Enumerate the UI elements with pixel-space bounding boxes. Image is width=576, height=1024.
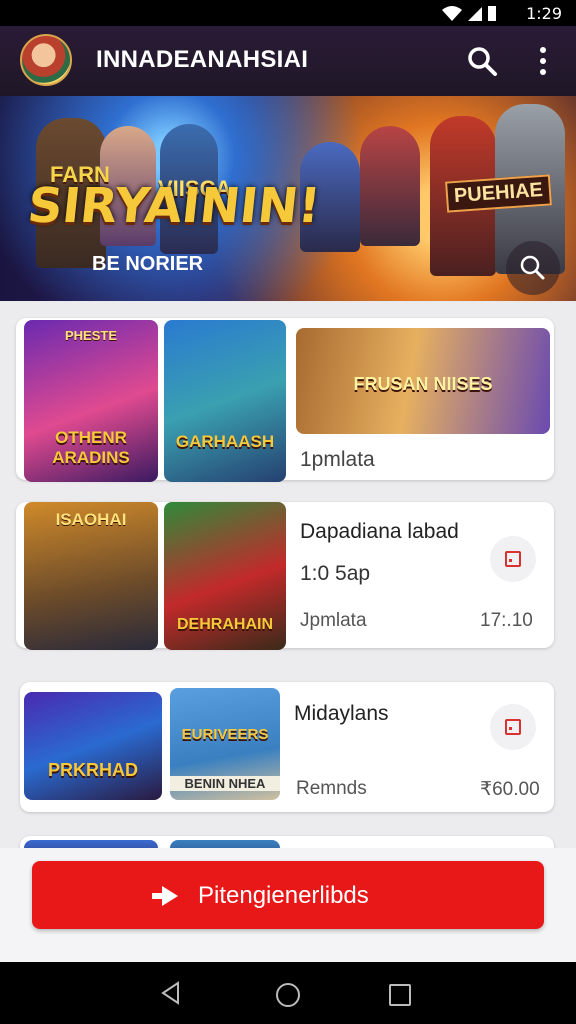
thumbnail-title: OTHENR ARADINS bbox=[52, 428, 130, 467]
add-icon bbox=[505, 551, 521, 567]
game-list: PHESTE OTHENR ARADINS GARHAASH FRUSAN NI… bbox=[0, 302, 576, 876]
game-thumbnail[interactable]: FRUSAN NIISES bbox=[296, 328, 550, 434]
hero-banner[interactable]: FARN VIISCA SIRYAININ! BE NORIER PUEHIAE bbox=[0, 96, 576, 301]
system-nav-bar bbox=[0, 962, 576, 1024]
status-bar: 1:29 bbox=[0, 0, 576, 26]
thumbnail-title: EURIVEERS bbox=[181, 726, 269, 743]
bottom-bar: Pitengienerlibds bbox=[0, 848, 576, 962]
thumbnail-title: ISAOHAI bbox=[55, 510, 127, 529]
app-title: INNADEANAHSIAI bbox=[96, 46, 309, 73]
primary-action-label: Pitengienerlibds bbox=[198, 882, 369, 909]
primary-action-button[interactable]: Pitengienerlibds bbox=[32, 861, 544, 929]
add-button[interactable] bbox=[490, 704, 536, 750]
thumbnail-title: FRUSAN NIISES bbox=[353, 374, 493, 394]
game-thumbnail[interactable]: GARHAASH bbox=[164, 320, 286, 482]
add-button[interactable] bbox=[490, 536, 536, 582]
item-meta: Jpmlata bbox=[300, 610, 367, 631]
home-icon[interactable] bbox=[276, 983, 300, 1007]
game-thumbnail[interactable]: EURIVEERS BENIN NHEA bbox=[170, 688, 280, 800]
back-icon[interactable] bbox=[158, 980, 184, 1006]
hero-character bbox=[360, 126, 420, 246]
search-icon[interactable] bbox=[466, 45, 498, 77]
game-thumbnail[interactable]: DEHRAHAIN bbox=[164, 502, 286, 650]
game-thumbnail[interactable]: PHESTE OTHENR ARADINS bbox=[24, 320, 158, 482]
item-title: Midaylans bbox=[294, 702, 389, 725]
app-bar: INNADEANAHSIAI bbox=[0, 26, 576, 96]
hero-title: SIRYAININ! bbox=[25, 178, 323, 234]
thumbnail-title: DEHRAHAIN bbox=[177, 616, 273, 633]
signal-icon bbox=[442, 6, 496, 21]
list-item[interactable]: ISAOHAI DEHRAHAIN Dapadiana labad 1:0 5a… bbox=[16, 502, 554, 650]
game-thumbnail[interactable]: ISAOHAI bbox=[24, 502, 158, 650]
status-time: 1:29 bbox=[526, 4, 562, 23]
thumbnail-title: PHESTE bbox=[64, 328, 117, 343]
arrow-icon bbox=[152, 886, 178, 906]
item-subtitle: 1pmlata bbox=[300, 448, 375, 471]
item-title: Dapadiana labad bbox=[300, 520, 459, 543]
item-price: 17:.10 bbox=[480, 610, 533, 631]
item-subtitle: 1:0 5ap bbox=[300, 562, 371, 585]
more-vert-icon[interactable] bbox=[534, 44, 552, 78]
thumbnail-title: GARHAASH bbox=[175, 432, 275, 451]
add-icon bbox=[505, 719, 521, 735]
recents-icon[interactable] bbox=[389, 984, 411, 1006]
list-item[interactable]: PRKRHAD EURIVEERS BENIN NHEA Midaylans R… bbox=[20, 682, 554, 812]
thumbnail-title: PRKRHAD bbox=[48, 760, 138, 780]
thumbnail-caption: BENIN NHEA bbox=[170, 776, 280, 791]
item-meta: Remnds bbox=[296, 778, 367, 799]
search-icon bbox=[520, 255, 545, 280]
avatar[interactable] bbox=[20, 34, 72, 86]
item-price: ₹60.00 bbox=[480, 779, 540, 800]
list-item[interactable]: PHESTE OTHENR ARADINS GARHAASH FRUSAN NI… bbox=[16, 318, 554, 482]
hero-search-button[interactable] bbox=[506, 241, 560, 295]
game-thumbnail[interactable]: PRKRHAD bbox=[24, 692, 162, 800]
hero-subtitle: BE NORIER bbox=[92, 253, 204, 275]
